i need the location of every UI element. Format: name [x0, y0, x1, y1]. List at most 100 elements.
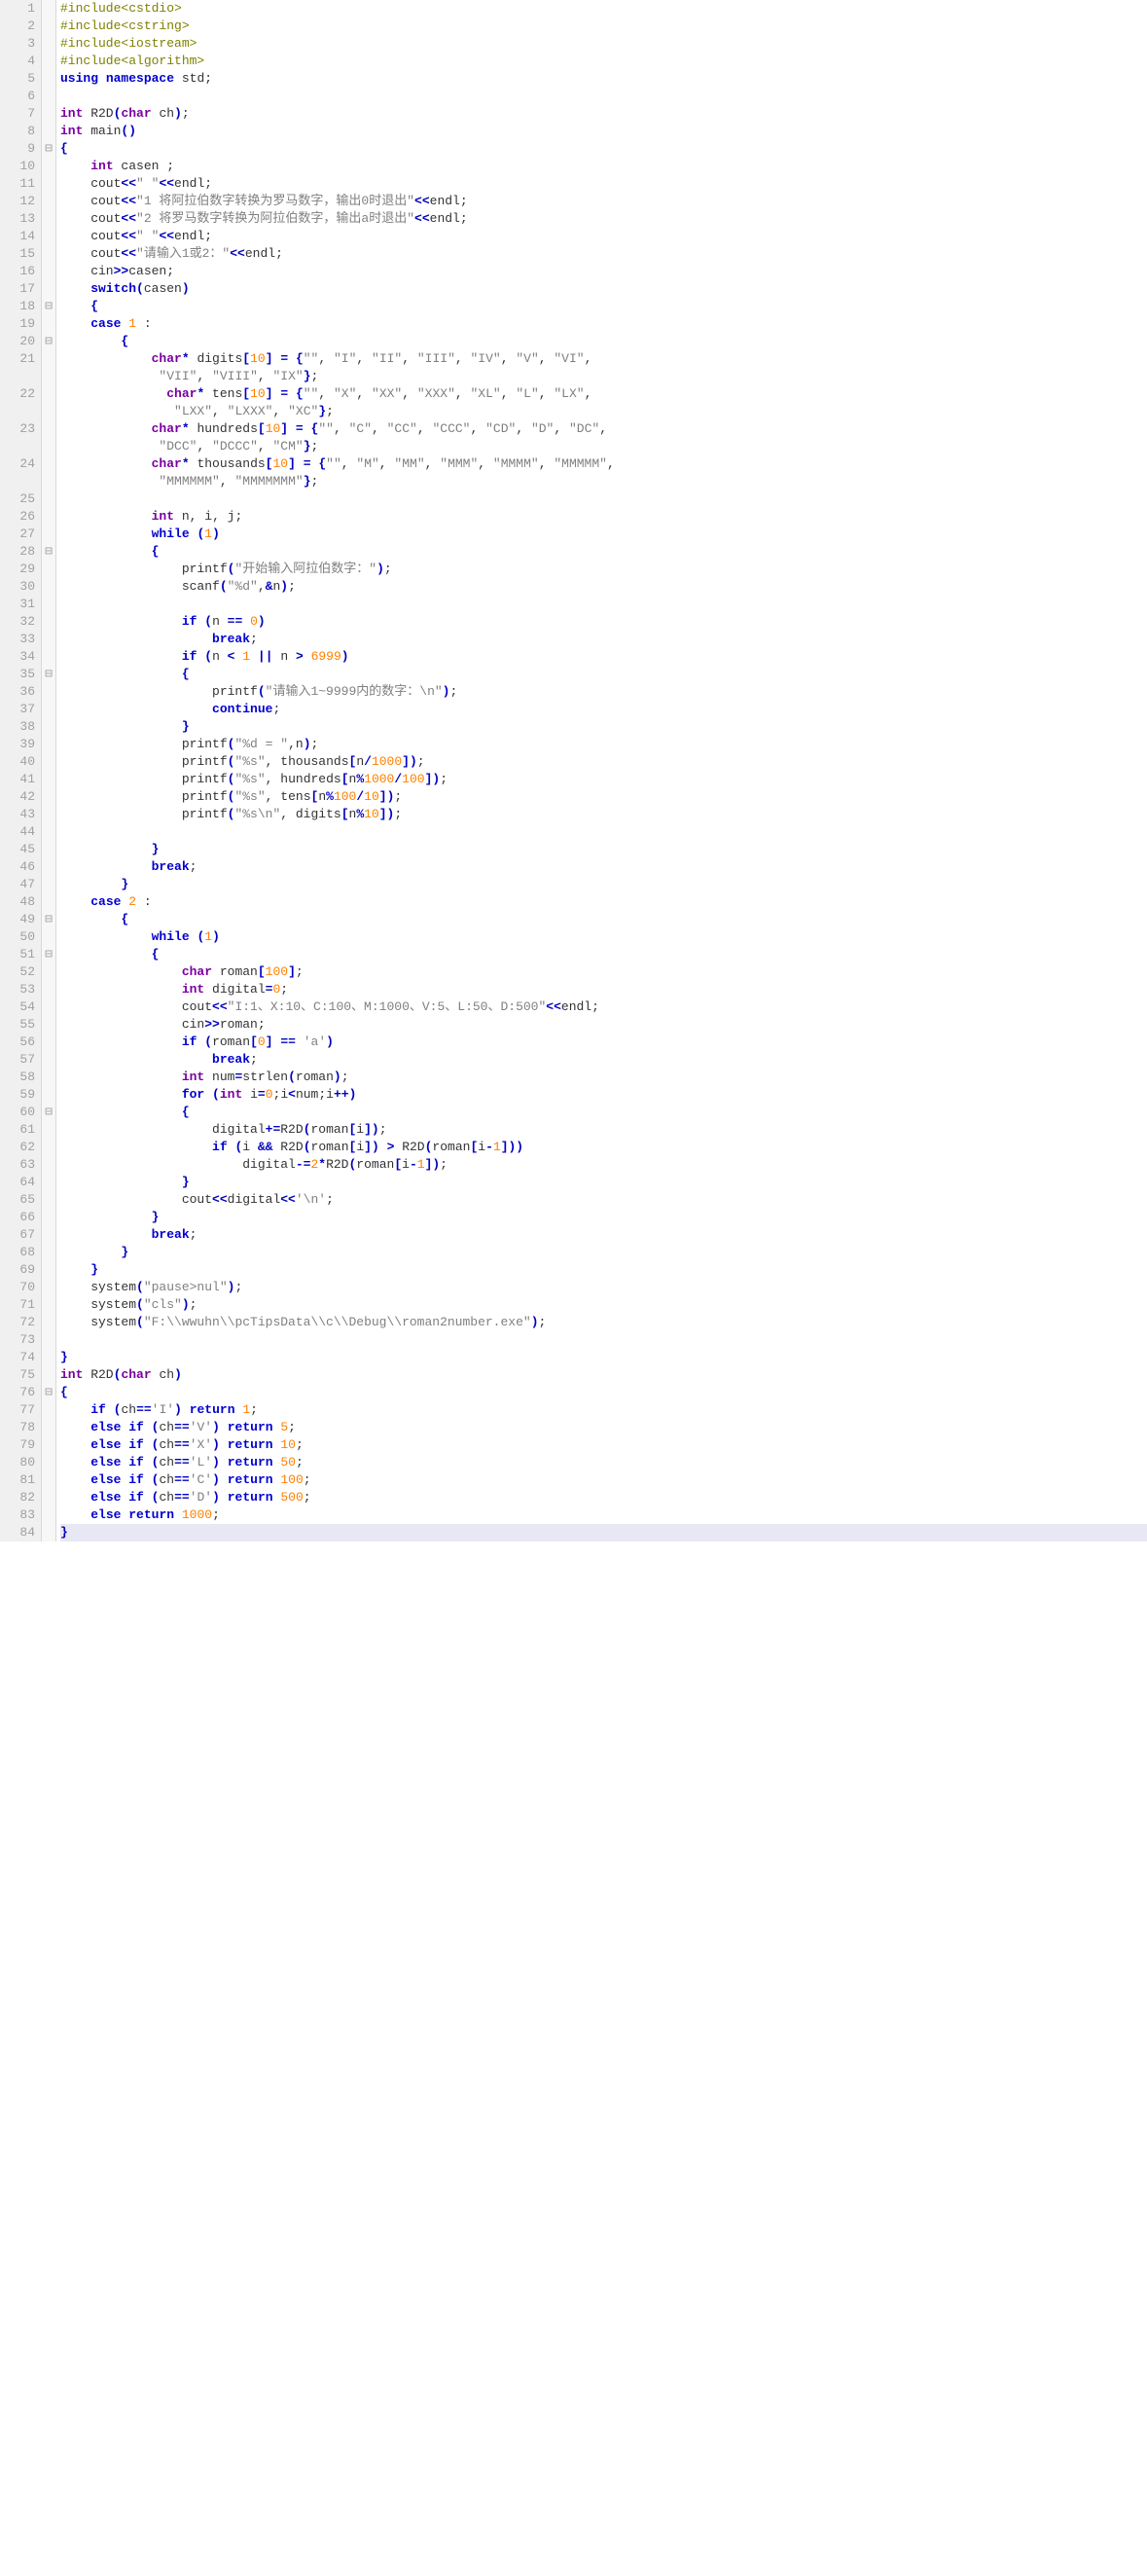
code-line[interactable]: char* digits[10] = {"", "I", "II", "III"… [60, 350, 1147, 385]
code-line[interactable]: if (n == 0) [60, 613, 1147, 631]
code-line[interactable]: cout<<"I:1、X:10、C:100、M:1000、V:5、L:50、D:… [60, 998, 1147, 1016]
code-line[interactable]: break; [60, 1051, 1147, 1069]
code-line[interactable]: scanf("%d",&n); [60, 578, 1147, 596]
code-line[interactable]: printf("请输入1~9999内的数字：\n"); [60, 683, 1147, 701]
fold-toggle-icon[interactable]: ⊟ [42, 140, 55, 158]
fold-toggle-icon[interactable]: ⊟ [42, 333, 55, 350]
code-line[interactable]: while (1) [60, 928, 1147, 946]
code-line[interactable]: int R2D(char ch); [60, 105, 1147, 123]
code-line[interactable]: #include<cstdio> [60, 0, 1147, 18]
code-line[interactable] [60, 823, 1147, 841]
code-line[interactable]: } [60, 1261, 1147, 1279]
fold-empty [42, 561, 55, 578]
code-line[interactable]: int n, i, j; [60, 508, 1147, 526]
code-line[interactable]: cout<<"请输入1或2："<<endl; [60, 245, 1147, 263]
code-line[interactable]: printf("开始输入阿拉伯数字："); [60, 561, 1147, 578]
code-line[interactable]: } [60, 1349, 1147, 1366]
code-line[interactable]: int digital=0; [60, 981, 1147, 998]
code-line[interactable]: } [60, 1174, 1147, 1191]
fold-empty [42, 963, 55, 981]
code-line[interactable] [60, 1331, 1147, 1349]
code-line[interactable]: { [60, 333, 1147, 350]
code-line[interactable]: char roman[100]; [60, 963, 1147, 981]
code-line[interactable]: for (int i=0;i<num;i++) [60, 1086, 1147, 1104]
code-line[interactable]: else if (ch=='L') return 50; [60, 1454, 1147, 1471]
code-line[interactable]: continue; [60, 701, 1147, 718]
code-line[interactable]: printf("%s\n", digits[n%10]); [60, 806, 1147, 823]
code-line[interactable]: printf("%d = ",n); [60, 736, 1147, 753]
code-line[interactable]: cout<<"2 将罗马数字转换为阿拉伯数字，输出a时退出"<<endl; [60, 210, 1147, 228]
code-line[interactable]: else if (ch=='C') return 100; [60, 1471, 1147, 1489]
code-line[interactable]: #include<cstring> [60, 18, 1147, 35]
code-line[interactable]: digital-=2*R2D(roman[i-1]); [60, 1156, 1147, 1174]
code-line[interactable]: } [60, 718, 1147, 736]
code-line[interactable]: { [60, 1104, 1147, 1121]
code-line[interactable]: #include<iostream> [60, 35, 1147, 53]
code-line[interactable]: else return 1000; [60, 1506, 1147, 1524]
code-line[interactable]: break; [60, 858, 1147, 876]
code-line[interactable]: cin>>casen; [60, 263, 1147, 280]
code-line[interactable]: int num=strlen(roman); [60, 1069, 1147, 1086]
code-line[interactable]: printf("%s", thousands[n/1000]); [60, 753, 1147, 771]
code-line[interactable]: if (i && R2D(roman[i]) > R2D(roman[i-1])… [60, 1139, 1147, 1156]
code-line[interactable]: digital+=R2D(roman[i]); [60, 1121, 1147, 1139]
code-line[interactable]: while (1) [60, 526, 1147, 543]
code-line[interactable]: cout<<" "<<endl; [60, 228, 1147, 245]
code-line[interactable]: { [60, 543, 1147, 561]
code-line[interactable]: system("cls"); [60, 1296, 1147, 1314]
code-line[interactable]: cin>>roman; [60, 1016, 1147, 1034]
fold-toggle-icon[interactable]: ⊟ [42, 1384, 55, 1401]
code-line[interactable]: if (roman[0] == 'a') [60, 1034, 1147, 1051]
code-line[interactable]: } [60, 1244, 1147, 1261]
code-line[interactable]: char* tens[10] = {"", "X", "XX", "XXX", … [60, 385, 1147, 420]
code-content[interactable]: #include<cstdio>#include<cstring>#includ… [56, 0, 1147, 1542]
code-line[interactable] [60, 596, 1147, 613]
line-number: 77 [0, 1401, 35, 1419]
code-line[interactable]: int R2D(char ch) [60, 1366, 1147, 1384]
code-line[interactable]: { [60, 666, 1147, 683]
fold-toggle-icon[interactable]: ⊟ [42, 543, 55, 561]
line-number: 74 [0, 1349, 35, 1366]
code-line[interactable]: system("F:\\wwuhn\\pcTipsData\\c\\Debug\… [60, 1314, 1147, 1331]
fold-toggle-icon[interactable]: ⊟ [42, 1104, 55, 1121]
code-line[interactable]: #include<algorithm> [60, 53, 1147, 70]
code-line[interactable]: } [60, 841, 1147, 858]
code-line[interactable]: } [60, 1209, 1147, 1226]
code-line[interactable]: if (n < 1 || n > 6999) [60, 648, 1147, 666]
code-line[interactable]: case 2 : [60, 893, 1147, 911]
code-line[interactable]: system("pause>nul"); [60, 1279, 1147, 1296]
code-line[interactable]: { [60, 1384, 1147, 1401]
code-line[interactable] [60, 88, 1147, 105]
code-line[interactable]: case 1 : [60, 315, 1147, 333]
code-line[interactable]: } [60, 876, 1147, 893]
code-line[interactable]: int main() [60, 123, 1147, 140]
code-line[interactable]: else if (ch=='D') return 500; [60, 1489, 1147, 1506]
code-line[interactable] [60, 490, 1147, 508]
fold-toggle-icon[interactable]: ⊟ [42, 911, 55, 928]
code-line[interactable]: if (ch=='I') return 1; [60, 1401, 1147, 1419]
fold-toggle-icon[interactable]: ⊟ [42, 946, 55, 963]
code-line[interactable]: char* hundreds[10] = {"", "C", "CC", "CC… [60, 420, 1147, 455]
code-line[interactable]: else if (ch=='X') return 10; [60, 1436, 1147, 1454]
code-line[interactable]: cout<<digital<<'\n'; [60, 1191, 1147, 1209]
code-line[interactable]: int casen ; [60, 158, 1147, 175]
code-line[interactable]: printf("%s", tens[n%100/10]); [60, 788, 1147, 806]
code-line[interactable]: { [60, 140, 1147, 158]
code-line[interactable]: else if (ch=='V') return 5; [60, 1419, 1147, 1436]
line-number: 63 [0, 1156, 35, 1174]
code-line[interactable]: break; [60, 631, 1147, 648]
code-line[interactable]: { [60, 946, 1147, 963]
code-line[interactable]: printf("%s", hundreds[n%1000/100]); [60, 771, 1147, 788]
code-line[interactable]: using namespace std; [60, 70, 1147, 88]
code-line[interactable]: cout<<" "<<endl; [60, 175, 1147, 193]
code-line[interactable]: char* thousands[10] = {"", "M", "MM", "M… [60, 455, 1147, 490]
fold-empty [42, 1401, 55, 1419]
code-line[interactable]: break; [60, 1226, 1147, 1244]
fold-toggle-icon[interactable]: ⊟ [42, 298, 55, 315]
code-line[interactable]: { [60, 911, 1147, 928]
code-line[interactable]: } [60, 1524, 1147, 1542]
code-line[interactable]: { [60, 298, 1147, 315]
code-line[interactable]: cout<<"1 将阿拉伯数字转换为罗马数字，输出0时退出"<<endl; [60, 193, 1147, 210]
code-line[interactable]: switch(casen) [60, 280, 1147, 298]
fold-toggle-icon[interactable]: ⊟ [42, 666, 55, 683]
